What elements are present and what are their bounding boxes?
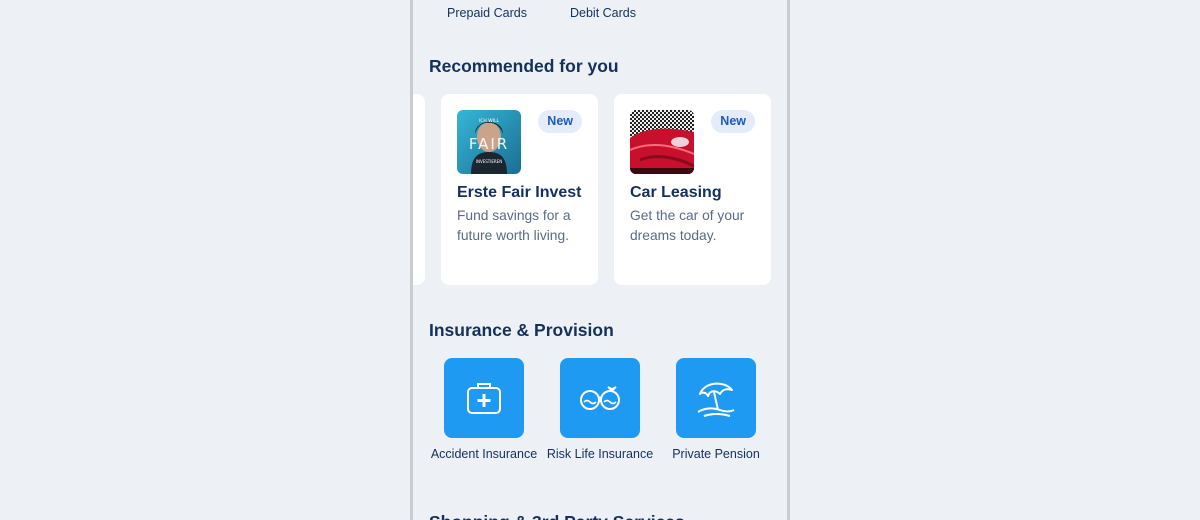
recommended-card-car-leasing[interactable]: New Car Leasing Get the car of your drea… [614, 94, 771, 285]
recommended-section-title: Recommended for you [429, 56, 619, 76]
private-pension-tile[interactable] [676, 358, 756, 438]
card-description: Fund savings for a future worth living. [457, 208, 571, 243]
first-aid-kit-icon [467, 383, 501, 414]
new-badge: New [711, 110, 755, 133]
thumb-top-text: ICH WILL [479, 118, 500, 124]
recommended-card-erste-fair-invest[interactable]: ICH WILL FAIR INVESTIEREN New Erste Fair… [441, 94, 598, 285]
glasses-icon [580, 386, 620, 410]
thumb-sub-text: INVESTIEREN [476, 159, 502, 164]
phone-frame: Prepaid Cards Debit Cards Recommended fo… [410, 0, 790, 520]
risk-life-insurance-tile[interactable] [560, 358, 640, 438]
insurance-section-title: Insurance & Provision [429, 320, 614, 340]
car-leasing-thumbnail [630, 110, 694, 174]
accident-insurance-label: Accident Insurance [430, 447, 538, 461]
private-pension-label: Private Pension [672, 447, 760, 461]
thumb-fair-text: FAIR [469, 135, 509, 153]
card-title: Erste Fair Invest [457, 184, 582, 201]
risk-life-insurance-label: Risk Life Insurance [546, 447, 654, 461]
debit-cards-link[interactable]: Debit Cards [548, 6, 658, 20]
card-type-row: Prepaid Cards Debit Cards [413, 6, 787, 26]
recommended-card-partial[interactable] [413, 94, 425, 285]
card-description: Get the car of your dreams today. [630, 208, 745, 243]
new-badge: New [538, 110, 582, 133]
card-title: Car Leasing [630, 184, 722, 201]
beach-umbrella-icon [697, 382, 735, 417]
prepaid-cards-link[interactable]: Prepaid Cards [432, 6, 542, 20]
shopping-section-title: Shopping & 3rd Party Services [429, 512, 685, 520]
accident-insurance-tile[interactable] [444, 358, 524, 438]
fair-invest-thumbnail: ICH WILL FAIR INVESTIEREN [457, 110, 521, 174]
